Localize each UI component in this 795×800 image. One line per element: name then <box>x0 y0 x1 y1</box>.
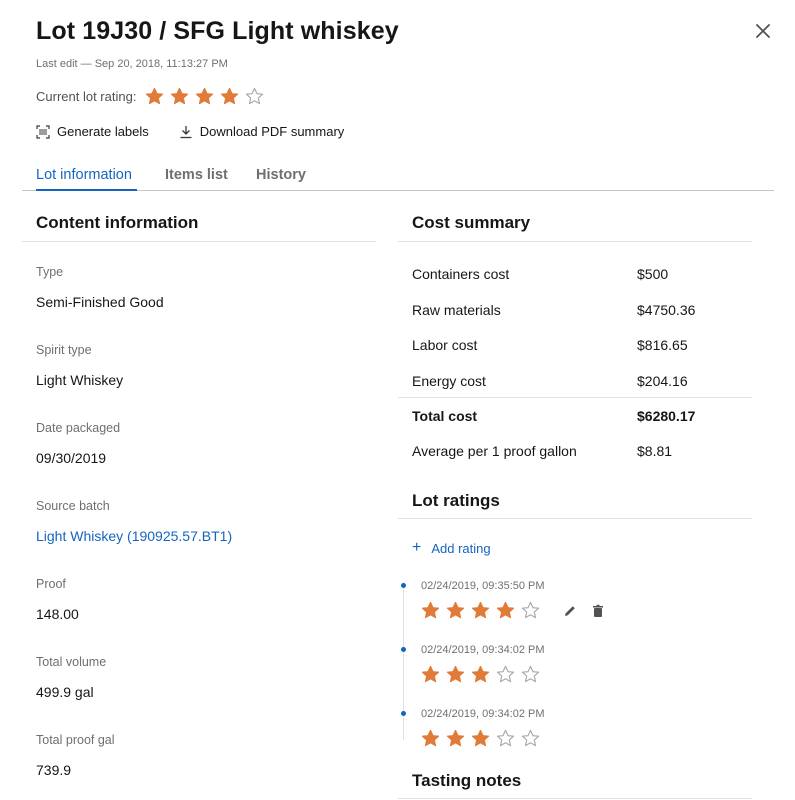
ratings-timeline <box>403 582 404 740</box>
star-filled-icon <box>468 600 493 620</box>
cost-row-energy: Energy cost $204.16 <box>398 363 752 399</box>
cost-value: $500 <box>637 266 669 282</box>
cost-label: Labor cost <box>412 337 478 353</box>
cost-row-labor: Labor cost $816.65 <box>398 327 752 363</box>
star-filled-icon <box>468 728 493 748</box>
close-button[interactable] <box>752 20 774 42</box>
cost-value: $4750.36 <box>637 302 696 318</box>
plus-icon: + <box>412 539 422 556</box>
rating-label: Current lot rating: <box>36 88 137 104</box>
cost-label: Raw materials <box>412 302 501 318</box>
source-batch-link[interactable]: Light Whiskey (190925.57.BT1) <box>36 528 232 544</box>
star-filled-icon <box>468 664 493 684</box>
field-label-total-volume: Total volume <box>36 655 107 669</box>
tab-bar: Lot information Items list History <box>22 160 774 191</box>
cost-row-average: Average per 1 proof gallon $8.81 <box>398 433 752 469</box>
lot-rating-stars <box>142 86 267 106</box>
cost-row-raw-materials: Raw materials $4750.36 <box>398 292 752 328</box>
field-label-spirit-type: Spirit type <box>36 343 92 357</box>
star-filled-icon <box>142 86 167 106</box>
cost-label: Containers cost <box>412 266 510 282</box>
star-filled-icon <box>167 86 192 106</box>
star-filled-icon <box>418 600 443 620</box>
star-empty-icon <box>242 86 267 106</box>
last-edit-timestamp: Last edit — Sep 20, 2018, 11:13:27 PM <box>36 58 228 70</box>
cost-row-total: Total cost $6280.17 <box>398 397 752 433</box>
content-information-heading: Content information <box>36 213 199 232</box>
download-icon <box>180 125 192 138</box>
field-label-type: Type <box>36 265 64 279</box>
download-pdf-button[interactable]: Download PDF summary <box>179 124 345 139</box>
lot-ratings-heading: Lot ratings <box>412 491 500 510</box>
star-empty-icon <box>518 664 543 684</box>
barcode-icon <box>36 124 50 139</box>
rating-timestamp: 02/24/2019, 09:35:50 PM <box>421 580 545 592</box>
current-lot-rating: Current lot rating: <box>36 84 267 108</box>
cost-row-containers: Containers cost $500 <box>398 256 752 292</box>
field-label-date-packaged: Date packaged <box>36 421 121 435</box>
download-pdf-label: Download PDF summary <box>199 124 345 139</box>
field-value-total-proof-gal: 739.9 <box>36 762 72 778</box>
rating-timestamp: 02/24/2019, 09:34:02 PM <box>421 644 545 656</box>
rating-timestamp: 02/24/2019, 09:34:02 PM <box>421 708 545 720</box>
field-value-spirit-type: Light Whiskey <box>36 372 124 388</box>
timeline-dot <box>401 647 406 652</box>
star-filled-icon <box>443 600 468 620</box>
close-icon <box>756 24 770 38</box>
star-filled-icon <box>192 86 217 106</box>
delete-rating-button[interactable] <box>590 603 606 619</box>
rating-stars <box>418 664 543 684</box>
trash-icon <box>593 604 603 617</box>
star-empty-icon <box>493 728 518 748</box>
field-label-total-proof-gal: Total proof gal <box>36 733 115 747</box>
star-filled-icon <box>493 600 518 620</box>
section-divider <box>398 518 752 519</box>
page-title: Lot 19J30 / SFG Light whiskey <box>36 17 399 45</box>
timeline-dot <box>401 583 406 588</box>
star-filled-icon <box>418 728 443 748</box>
section-divider <box>398 241 752 242</box>
section-divider <box>398 798 752 799</box>
star-filled-icon <box>443 664 468 684</box>
field-value-date-packaged: 09/30/2019 <box>36 450 107 466</box>
rating-stars <box>418 600 543 620</box>
cost-label: Total cost <box>412 407 478 424</box>
star-filled-icon <box>418 664 443 684</box>
rating-stars <box>418 728 543 748</box>
tasting-notes-heading: Tasting notes <box>412 771 522 790</box>
cost-value: $204.16 <box>637 373 688 389</box>
tab-lot-information[interactable]: Lot information <box>36 160 137 191</box>
cost-value: $6280.17 <box>637 407 696 424</box>
section-divider <box>22 241 376 242</box>
field-value-total-volume: 499.9 gal <box>36 684 94 700</box>
generate-labels-button[interactable]: Generate labels <box>36 124 149 139</box>
star-filled-icon <box>443 728 468 748</box>
cost-label: Energy cost <box>412 373 486 389</box>
star-empty-icon <box>518 600 543 620</box>
field-label-source-batch: Source batch <box>36 499 110 513</box>
add-rating-label: Add rating <box>431 540 491 556</box>
edit-rating-button[interactable] <box>562 603 578 619</box>
timeline-dot <box>401 711 406 716</box>
cost-value: $8.81 <box>637 443 673 459</box>
tab-history[interactable]: History <box>256 160 306 191</box>
star-empty-icon <box>493 664 518 684</box>
field-value-type: Semi-Finished Good <box>36 294 164 310</box>
generate-labels-label: Generate labels <box>57 124 149 139</box>
star-empty-icon <box>518 728 543 748</box>
cost-value: $816.65 <box>637 337 688 353</box>
star-filled-icon <box>217 86 242 106</box>
field-label-proof: Proof <box>36 577 66 591</box>
cost-summary-heading: Cost summary <box>412 213 531 232</box>
pencil-icon <box>565 606 575 616</box>
field-value-proof: 148.00 <box>36 606 79 622</box>
cost-label: Average per 1 proof gallon <box>412 443 577 459</box>
add-rating-button[interactable]: + Add rating <box>412 540 491 556</box>
action-bar: Generate labels Download PDF summary <box>36 124 374 139</box>
tab-items-list[interactable]: Items list <box>165 160 228 191</box>
